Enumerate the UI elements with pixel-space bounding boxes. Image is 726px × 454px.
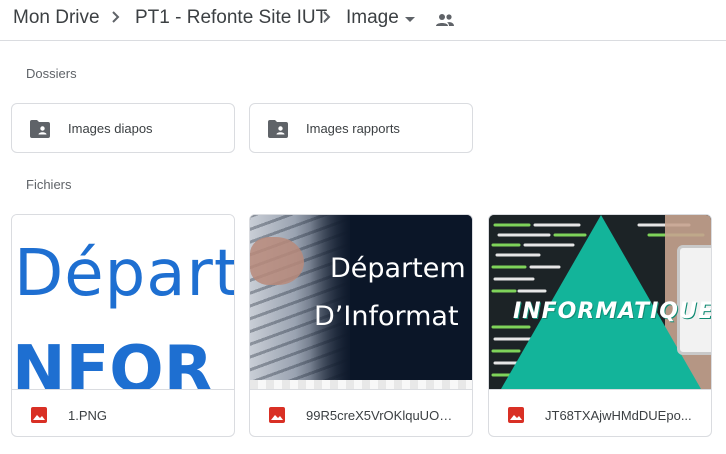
thumbnail-text: INFORMATIQUE: [513, 299, 712, 324]
folder-name: Images rapports: [306, 121, 400, 136]
thumbnail-text: NFOR: [12, 333, 213, 389]
breadcrumb-my-drive[interactable]: Mon Drive: [13, 5, 100, 31]
breadcrumb-current-folder[interactable]: Image: [346, 5, 399, 31]
folder-name: Images diapos: [68, 121, 153, 136]
thumbnail-backdrop: [310, 215, 472, 380]
breadcrumb: Mon Drive PT1 - Refonte Site IUT Image: [0, 0, 726, 41]
file-name: 1.PNG: [68, 408, 108, 423]
transparency-pattern: [250, 380, 472, 389]
folders-section-label: Dossiers: [26, 66, 77, 81]
folder-card-images-diapos[interactable]: Images diapos: [11, 103, 235, 153]
thumbnail-text: Départem: [330, 253, 466, 284]
file-card-1[interactable]: Départ NFOR 1.PNG: [11, 214, 235, 437]
shared-folder-icon: [267, 119, 289, 139]
chevron-right-icon: [318, 9, 334, 25]
thumbnail-text: D’Informat: [314, 301, 459, 332]
file-thumbnail: Départem D’Informat: [250, 215, 472, 389]
folder-card-images-rapports[interactable]: Images rapports: [249, 103, 473, 153]
file-card-2[interactable]: Départem D’Informat 99R5creX5VrOKlquUO_l…: [249, 214, 473, 437]
image-file-icon: [269, 407, 285, 423]
thumbnail-text: Départ: [14, 237, 235, 311]
file-footer: 1.PNG: [12, 389, 234, 436]
file-thumbnail: Départ NFOR: [12, 215, 235, 389]
file-thumbnail: INFORMATIQUE: [489, 215, 712, 389]
file-name: JT68TXAjwHMdDUEpo...: [545, 408, 692, 423]
image-file-icon: [508, 407, 524, 423]
arrow-drop-down-icon[interactable]: [402, 11, 418, 27]
file-name: 99R5creX5VrOKlquUO_l...: [306, 408, 456, 423]
files-section-label: Fichiers: [26, 177, 72, 192]
breadcrumb-project-folder[interactable]: PT1 - Refonte Site IUT: [135, 5, 327, 31]
people-icon[interactable]: [434, 9, 456, 31]
file-card-3[interactable]: INFORMATIQUE JT68TXAjwHMdDUEpo...: [488, 214, 712, 437]
shared-folder-icon: [29, 119, 51, 139]
file-footer: 99R5creX5VrOKlquUO_l...: [250, 389, 472, 436]
image-file-icon: [31, 407, 47, 423]
file-footer: JT68TXAjwHMdDUEpo...: [489, 389, 711, 436]
chevron-right-icon: [107, 9, 123, 25]
hand-image: [250, 237, 304, 285]
